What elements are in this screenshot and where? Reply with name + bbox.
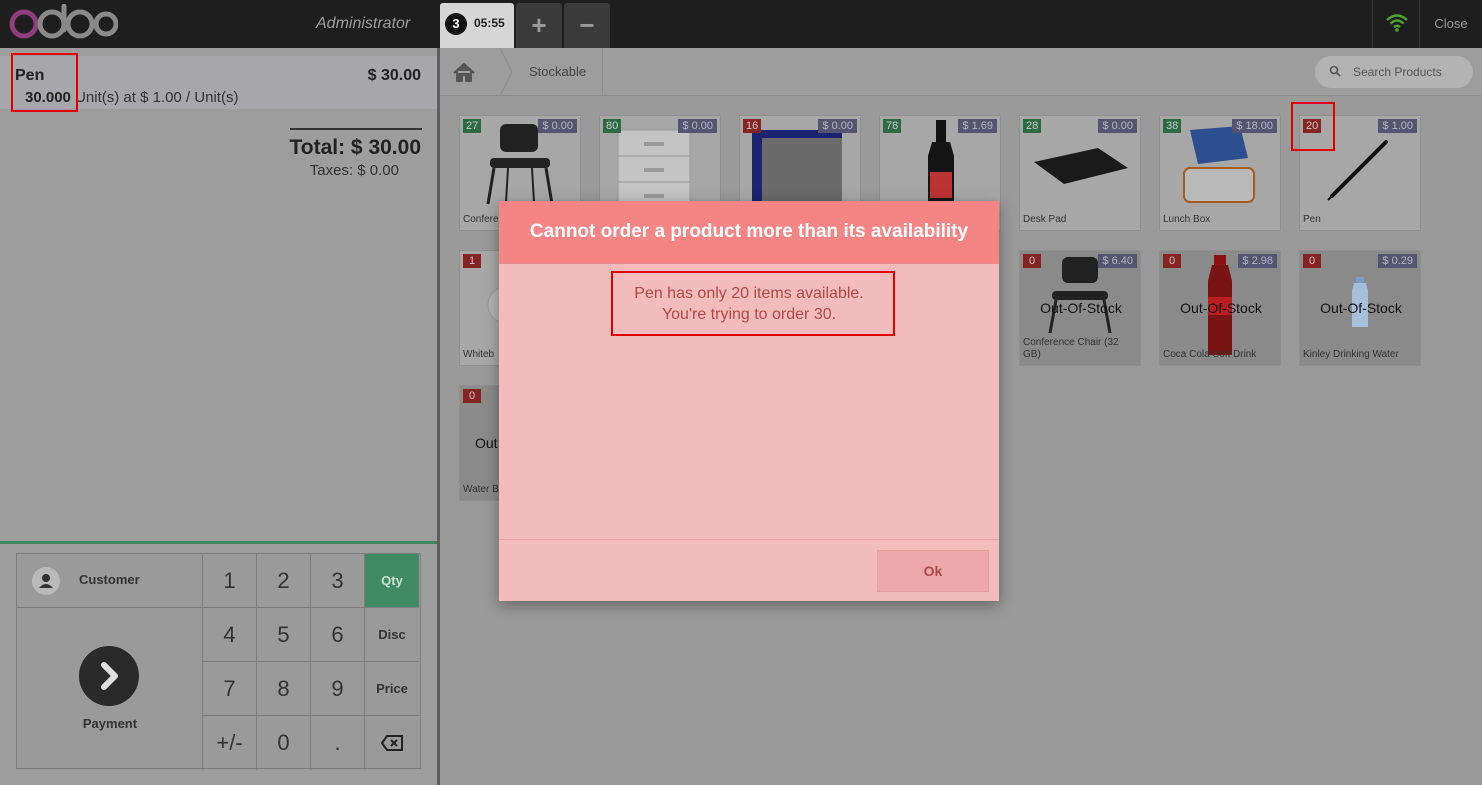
price-tag: $ 0.00 (818, 119, 857, 133)
stock-badge: 16 (743, 119, 762, 133)
home-icon (453, 63, 475, 82)
customer-button[interactable]: Customer (17, 554, 203, 608)
numpad-separator (0, 541, 437, 544)
breadcrumb-category[interactable]: Stockable (529, 64, 586, 79)
dialog-footer-divider (499, 539, 999, 540)
out-of-stock-label: Out-Of-Stock (1320, 300, 1402, 316)
stock-badge: 27 (463, 119, 482, 133)
breadcrumb-separator-icon (500, 48, 513, 96)
home-button[interactable] (440, 48, 500, 96)
stock-badge: 38 (1163, 119, 1182, 133)
highlight-order-line (11, 53, 78, 112)
user-icon (32, 567, 60, 595)
stock-badge: 1 (463, 254, 481, 268)
order-taxes: Taxes: $ 0.00 (309, 162, 399, 179)
stock-badge: 0 (463, 389, 481, 403)
order-number-badge: 3 (445, 13, 467, 35)
numpad-key-1[interactable]: 1 (203, 554, 257, 608)
odoo-logo (9, 4, 118, 39)
top-bar: Administrator 3 05:55 + − Close (0, 0, 1482, 48)
user-name[interactable]: Administrator (316, 15, 410, 33)
product-name: Conference Chair (32 GB) (1023, 337, 1119, 360)
numpad-key-5[interactable]: 5 (257, 608, 311, 662)
stock-badge: 0 (1303, 254, 1321, 268)
highlight-pen-stock (1291, 102, 1335, 151)
product-card[interactable]: 28 $ 0.00 Desk Pad (1019, 115, 1141, 231)
numpad-key-sign[interactable]: +/- (203, 716, 257, 770)
product-card[interactable]: 0 $ 0.29 Out-Of-Stock Kinley Drinking Wa… (1299, 250, 1421, 366)
order-panel: Pen $ 30.00 30.000 Unit(s) at $ 1.00 / U… (0, 48, 437, 785)
numpad-key-3[interactable]: 3 (311, 554, 365, 608)
numpad-key-6[interactable]: 6 (311, 608, 365, 662)
search-input[interactable]: Search Products (1315, 56, 1473, 88)
numpad-key-8[interactable]: 8 (257, 662, 311, 716)
numpad-key-9[interactable]: 9 (311, 662, 365, 716)
error-dialog: Cannot order a product more than its ava… (499, 201, 999, 601)
product-card[interactable]: 0 $ 2.98 Out-Of-Stock Coca Cola Soft Dri… (1159, 250, 1281, 366)
order-line-unit-text: Unit(s) at $ 1.00 / Unit(s) (75, 89, 239, 106)
product-name: Lunch Box (1163, 214, 1211, 225)
price-tag: $ 0.29 (1378, 254, 1417, 268)
stock-badge: 28 (1023, 119, 1042, 133)
control-pad: Customer Payment 1 2 3 Qty 4 5 6 Disc 7 … (16, 553, 421, 770)
backspace-icon (380, 735, 403, 751)
numpad-key-2[interactable]: 2 (257, 554, 311, 608)
new-order-button[interactable]: + (516, 3, 562, 48)
wifi-icon (1386, 14, 1408, 32)
mode-disc-button[interactable]: Disc (365, 608, 419, 662)
numpad-key-dot[interactable]: . (311, 716, 365, 770)
product-name: Kinley Drinking Water (1303, 349, 1399, 360)
product-name: Coca Cola Soft Drink (1163, 349, 1257, 360)
search-icon (1329, 65, 1341, 77)
order-line-price: $ 30.00 (367, 67, 421, 84)
payment-label: Payment (82, 716, 138, 731)
total-divider (290, 128, 422, 130)
payment-button[interactable]: Payment (17, 608, 203, 770)
mode-qty-button[interactable]: Qty (365, 554, 419, 608)
stock-badge: 0 (1023, 254, 1041, 268)
stock-badge: 0 (1163, 254, 1181, 268)
product-name: Desk Pad (1023, 214, 1067, 225)
breadcrumb: Stockable Search Products (440, 48, 1482, 96)
price-tag: $ 0.00 (1098, 119, 1137, 133)
numpad-key-7[interactable]: 7 (203, 662, 257, 716)
product-name: Pen (1303, 214, 1321, 225)
order-tab[interactable]: 3 05:55 (440, 3, 514, 48)
order-time: 05:55 (474, 16, 505, 30)
product-card[interactable]: 38 $ 18.00 Lunch Box (1159, 115, 1281, 231)
ok-button[interactable]: Ok (877, 550, 989, 592)
numpad-key-4[interactable]: 4 (203, 608, 257, 662)
price-tag: $ 6.40 (1098, 254, 1137, 268)
stock-badge: 78 (883, 119, 902, 133)
out-of-stock-label: Out-Of-Stock (1040, 300, 1122, 316)
price-tag: $ 0.00 (678, 119, 717, 133)
product-card[interactable]: 0 $ 6.40 Out-Of-Stock Conference Chair (… (1019, 250, 1141, 366)
numpad-key-0[interactable]: 0 (257, 716, 311, 770)
price-tag: $ 1.00 (1378, 119, 1417, 133)
breadcrumb-divider (602, 48, 603, 96)
price-tag: $ 18.00 (1232, 119, 1277, 133)
mode-price-button[interactable]: Price (365, 662, 419, 716)
backspace-button[interactable] (365, 716, 419, 770)
chevron-right-icon (79, 646, 139, 706)
wifi-status[interactable] (1372, 0, 1420, 48)
customer-label: Customer (79, 572, 140, 587)
stock-badge: 80 (603, 119, 622, 133)
price-tag: $ 2.98 (1238, 254, 1277, 268)
out-of-stock-label: Out-Of-Stock (1180, 300, 1262, 316)
search-placeholder: Search Products (1353, 65, 1442, 79)
highlight-dialog-message (611, 271, 895, 336)
price-tag: $ 1.69 (958, 119, 997, 133)
delete-order-button[interactable]: − (564, 3, 610, 48)
price-tag: $ 0.00 (538, 119, 577, 133)
dialog-title: Cannot order a product more than its ava… (499, 201, 999, 264)
order-total: Total: $ 30.00 (289, 136, 422, 159)
close-button[interactable]: Close (1420, 0, 1482, 48)
